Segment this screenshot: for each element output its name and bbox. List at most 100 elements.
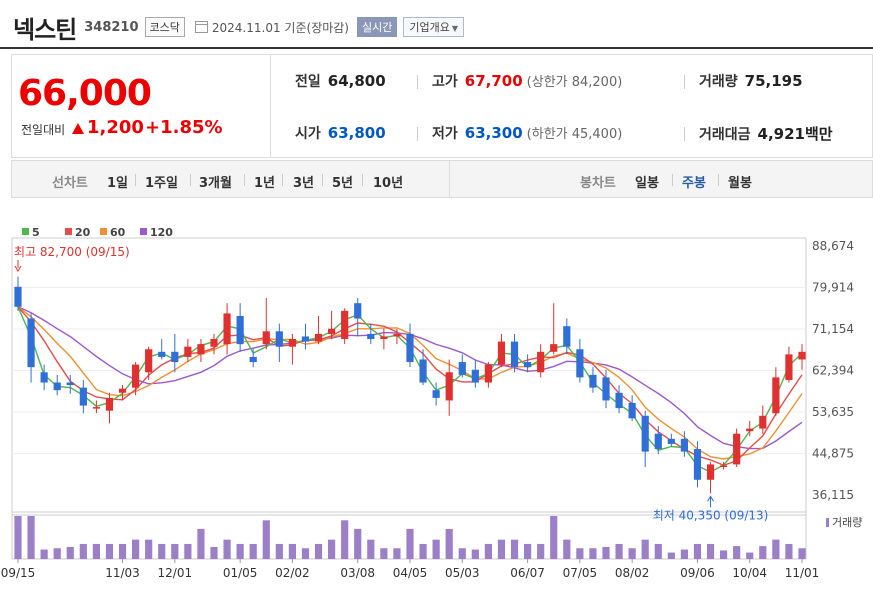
candle-body [53, 382, 61, 391]
change-percent: +1.85% [145, 117, 223, 138]
candle-body [66, 382, 74, 386]
high-value: 67,700 [464, 72, 523, 90]
x-tick-label: 02/02 [275, 566, 310, 580]
volume-cell: 거래량 75,195 [699, 71, 803, 91]
tab-line-1y[interactable]: 1년 [254, 172, 275, 191]
volume-bar [171, 543, 179, 559]
tab-line-10y[interactable]: 10년 [373, 172, 403, 191]
volume-bar [14, 516, 22, 559]
volume-bar [510, 539, 519, 559]
candle-body [132, 364, 140, 388]
candle-body [445, 372, 453, 401]
candle-body [262, 331, 270, 345]
tab-candle-daily[interactable]: 일봉 [635, 172, 659, 191]
volume-bar [693, 543, 702, 559]
y-tick-label: 62,394 [812, 364, 854, 378]
x-tick-label: 01/05 [223, 566, 258, 580]
legend-swatch-ma120 [140, 228, 147, 235]
min-annotation: 최저 40,350 (09/13) [653, 508, 769, 522]
volume-bar [132, 539, 140, 559]
tab-line-3y[interactable]: 3년 [293, 172, 314, 191]
title-row: 넥스틴 348210 코스닥 2024.11.01 기준(장마감) 실시간 기업… [13, 10, 465, 44]
candle-body [145, 349, 153, 373]
candle-body [759, 415, 767, 429]
volume-bar [458, 548, 466, 559]
volume-bar [733, 546, 741, 559]
price-plot-frame [11, 237, 807, 516]
candle-body [354, 303, 362, 319]
volume-bar [667, 552, 675, 559]
amount-value: 4,921백만 [757, 125, 833, 143]
volume-bar [524, 543, 532, 559]
tab-line-5y[interactable]: 5년 [332, 172, 353, 191]
current-price: 66,000 [18, 73, 152, 114]
high-label: 고가 [432, 74, 458, 90]
candle-body [393, 333, 401, 337]
candle-body [576, 349, 584, 378]
company-overview-button[interactable]: 기업개요 ▼ [403, 17, 465, 37]
candle-body [524, 362, 532, 368]
candle-body [693, 449, 702, 480]
volume-bar [563, 539, 571, 559]
volume-bar [772, 539, 780, 559]
amount-cell: 거래대금 4,921백만 [699, 123, 833, 144]
low-cell: 저가 63,300 (하한가 45,400) [432, 123, 622, 143]
candle-body [471, 369, 479, 383]
legend-label-ma5: 5 [32, 226, 40, 239]
prev-close-value: 64,800 [327, 72, 386, 90]
candle-body [380, 336, 388, 340]
volume-bar [641, 539, 649, 559]
tab-candle-weekly[interactable]: 주봉 [682, 172, 706, 191]
candle-body [197, 344, 205, 355]
volume-bar [680, 549, 688, 559]
realtime-button[interactable]: 실시간 [357, 17, 398, 37]
volume-bar [105, 543, 114, 559]
y-tick-label: 44,875 [812, 447, 854, 461]
volume-bar [223, 539, 231, 559]
candle-body [680, 438, 688, 452]
stock-name: 넥스틴 [13, 15, 77, 44]
candle-body [171, 351, 179, 363]
volume-bar [550, 516, 558, 559]
volume-bar [158, 543, 166, 559]
amount-label: 거래대금 [699, 127, 751, 143]
volume-bar [53, 548, 61, 559]
volume-bar [197, 528, 205, 559]
volume-bar [66, 546, 74, 559]
volume-bar [393, 548, 401, 559]
stock-code: 348210 [84, 19, 139, 35]
candle-body [419, 359, 427, 383]
candle-body [628, 402, 636, 419]
quote-box: 66,000 전일대비 1,200 +1.85% 전일 64,800 고가 67,7… [11, 54, 873, 158]
separator [684, 127, 685, 141]
tab-separator [135, 174, 136, 186]
separator [417, 127, 418, 141]
volume-bar [301, 548, 310, 559]
lower-limit: (하한가 45,400) [526, 127, 623, 142]
volume-bar [341, 520, 349, 559]
tab-separator [322, 174, 323, 186]
candle-body [367, 333, 375, 340]
candle-body [510, 341, 519, 368]
tab-separator [190, 174, 191, 186]
candle-body [406, 333, 414, 363]
legend-label-ma120: 120 [150, 226, 173, 239]
tab-line-1w[interactable]: 1주일 [145, 172, 178, 191]
volume-value: 75,195 [744, 72, 803, 90]
volume-bar [628, 548, 636, 559]
tab-separator [244, 174, 245, 186]
candle-body [615, 392, 623, 409]
candle-body [314, 333, 323, 342]
tab-line-1d[interactable]: 1일 [107, 172, 128, 191]
x-tick-label: 09/06 [680, 566, 715, 580]
volume-bar [184, 543, 192, 559]
y-tick-label: 53,635 [812, 405, 854, 419]
change-label: 전일대비 [21, 123, 66, 137]
candle-body [772, 377, 780, 414]
candle-body [458, 362, 466, 375]
tab-candle-monthly[interactable]: 월봉 [728, 172, 752, 191]
tab-line-3m[interactable]: 3개월 [199, 172, 232, 191]
candle-body [236, 315, 244, 345]
candle-body [537, 351, 545, 373]
volume-bar [746, 552, 754, 559]
